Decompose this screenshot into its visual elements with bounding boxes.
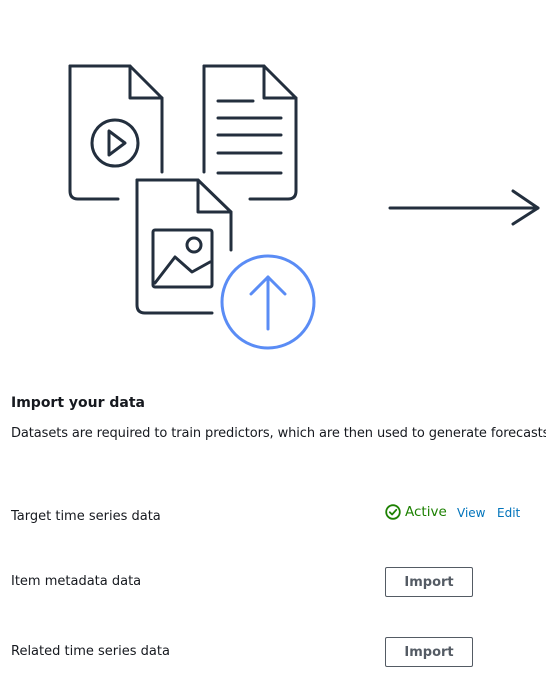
target-time-series-label: Target time series data — [11, 509, 161, 524]
arrow-right-icon — [388, 189, 540, 226]
import-item-metadata-button[interactable]: Import — [385, 567, 473, 597]
check-circle-icon — [385, 504, 401, 520]
import-data-panel: Import your data Datasets are required t… — [0, 0, 546, 676]
image-file-icon — [135, 178, 233, 315]
status-badge: Active — [385, 503, 447, 521]
view-link[interactable]: View — [457, 505, 485, 521]
status-text: Active — [405, 504, 447, 520]
section-description: Datasets are required to train predictor… — [11, 426, 546, 441]
text-document-icon — [202, 64, 298, 201]
edit-link[interactable]: Edit — [497, 505, 520, 521]
item-metadata-label: Item metadata data — [11, 574, 142, 589]
import-related-time-series-button[interactable]: Import — [385, 637, 473, 667]
import-illustration — [68, 64, 540, 350]
section-title: Import your data — [11, 395, 146, 411]
upload-circle-icon — [220, 254, 316, 350]
related-time-series-label: Related time series data — [11, 644, 170, 659]
